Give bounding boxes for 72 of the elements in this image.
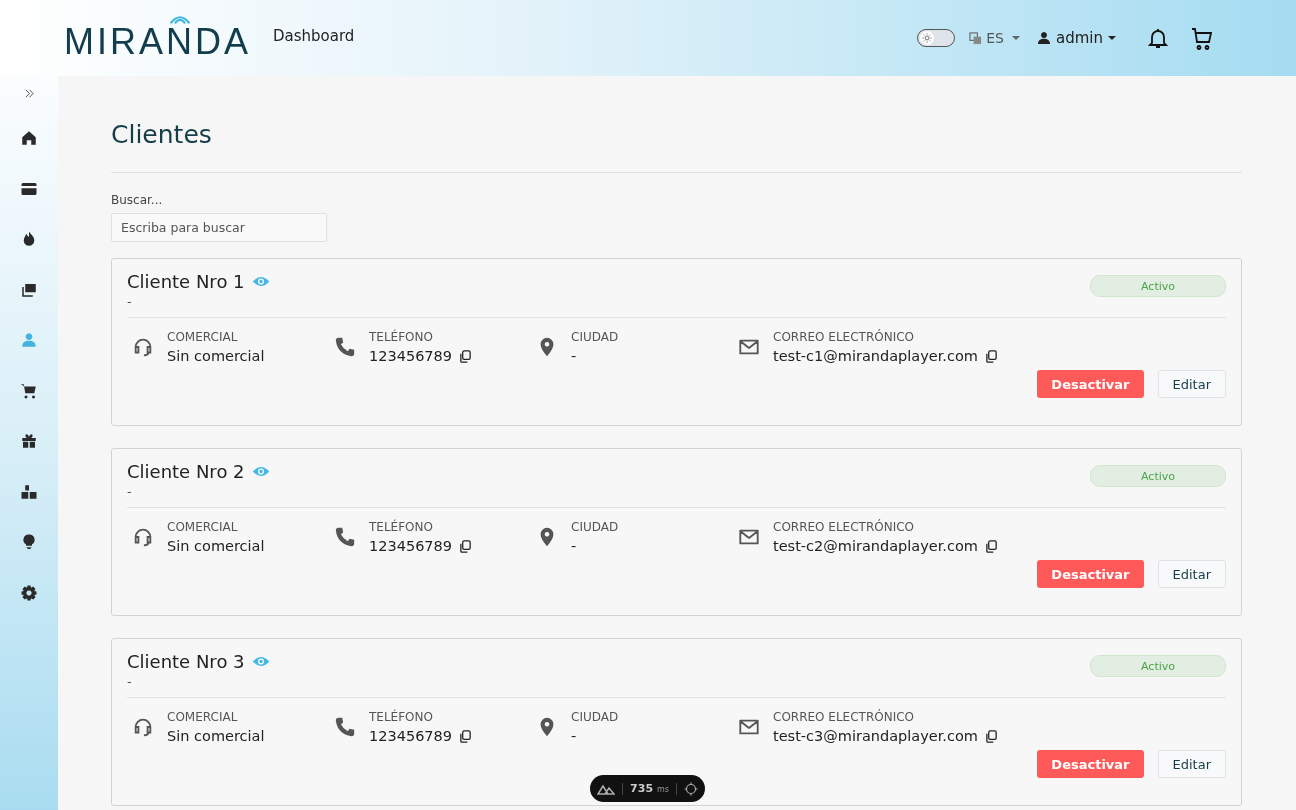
phone-icon	[334, 526, 356, 548]
user-icon	[1036, 30, 1052, 46]
field-label: CORREO ELECTRÓNICO	[773, 710, 916, 724]
field-value: -	[571, 728, 577, 744]
field-label: TELÉFONO	[369, 520, 434, 534]
field-value: -	[571, 348, 577, 364]
copy-icon[interactable]	[984, 729, 998, 743]
headset-icon	[132, 716, 154, 738]
field-label: TELÉFONO	[369, 710, 434, 724]
field-label: CIUDAD	[571, 520, 619, 534]
headset-icon	[132, 526, 154, 548]
crosshair-icon	[683, 781, 698, 796]
edit-button[interactable]: Editar	[1157, 750, 1226, 778]
expand-chevrons-icon[interactable]	[23, 88, 35, 99]
field-label: CORREO ELECTRÓNICO	[773, 520, 916, 534]
devtools-pill[interactable]: 735 ms	[590, 775, 705, 802]
logo[interactable]: MIRANDA	[64, 13, 251, 63]
search-field[interactable]: Escriba para buscar	[111, 213, 327, 242]
edit-button[interactable]: Editar	[1157, 560, 1226, 588]
field-value: 123456789	[369, 728, 453, 744]
field-value: 123456789	[369, 348, 453, 364]
field-label: CORREO ELECTRÓNICO	[773, 330, 916, 344]
translate-icon	[969, 31, 983, 45]
field-value: 123456789	[369, 538, 453, 554]
client-subtitle: -	[127, 484, 133, 499]
copy-icon[interactable]	[459, 539, 473, 553]
copy-icon[interactable]	[984, 539, 998, 553]
status-badge: Activo	[1090, 655, 1226, 677]
cart-icon[interactable]	[1190, 26, 1214, 50]
gift-icon[interactable]	[20, 432, 38, 450]
cart-icon[interactable]	[20, 381, 38, 400]
boxes-icon[interactable]	[20, 482, 38, 501]
field-label: CIUDAD	[571, 330, 619, 344]
theme-toggle[interactable]	[917, 29, 956, 47]
copy-icon[interactable]	[459, 729, 473, 743]
user-menu[interactable]: admin	[1036, 29, 1116, 47]
field-value: test-c3@mirandaplayer.com	[773, 728, 978, 744]
field-value: Sin comercial	[167, 538, 265, 554]
bell-icon[interactable]	[1146, 26, 1170, 50]
client-name: Cliente Nro 2	[127, 461, 245, 482]
field-label: COMERCIAL	[167, 330, 239, 344]
copy-icon[interactable]	[459, 349, 473, 363]
copy-icon[interactable]	[984, 349, 998, 363]
field-label: CIUDAD	[571, 710, 619, 724]
page-title: Clientes	[111, 120, 213, 150]
field-value: Sin comercial	[167, 728, 265, 744]
search-label: Buscar...	[111, 193, 164, 207]
gear-icon[interactable]	[20, 583, 38, 602]
field-label: COMERCIAL	[167, 710, 239, 724]
field-value: test-c1@mirandaplayer.com	[773, 348, 978, 364]
phone-icon	[334, 336, 356, 358]
home-icon[interactable]	[20, 129, 38, 147]
mountains-icon	[597, 782, 616, 795]
dashboard-link[interactable]: Dashboard	[273, 27, 355, 45]
phone-icon	[334, 716, 356, 738]
bulb-icon[interactable]	[20, 533, 38, 551]
client-subtitle: -	[127, 674, 133, 689]
client-name: Cliente Nro 1	[127, 271, 245, 292]
client-name: Cliente Nro 3	[127, 651, 245, 672]
sun-icon	[922, 33, 933, 43]
status-badge: Activo	[1090, 275, 1226, 297]
field-value: test-c2@mirandaplayer.com	[773, 538, 978, 554]
language-dropdown[interactable]: ES	[969, 30, 1020, 46]
edit-button[interactable]: Editar	[1157, 370, 1226, 398]
field-value: -	[571, 538, 577, 554]
signal-arcs-icon	[167, 13, 193, 25]
field-value: Sin comercial	[167, 348, 265, 364]
headset-icon	[132, 336, 154, 358]
client-subtitle: -	[127, 294, 133, 309]
status-badge: Activo	[1090, 465, 1226, 487]
field-label: TELÉFONO	[369, 330, 434, 344]
field-label: COMERCIAL	[167, 520, 239, 534]
